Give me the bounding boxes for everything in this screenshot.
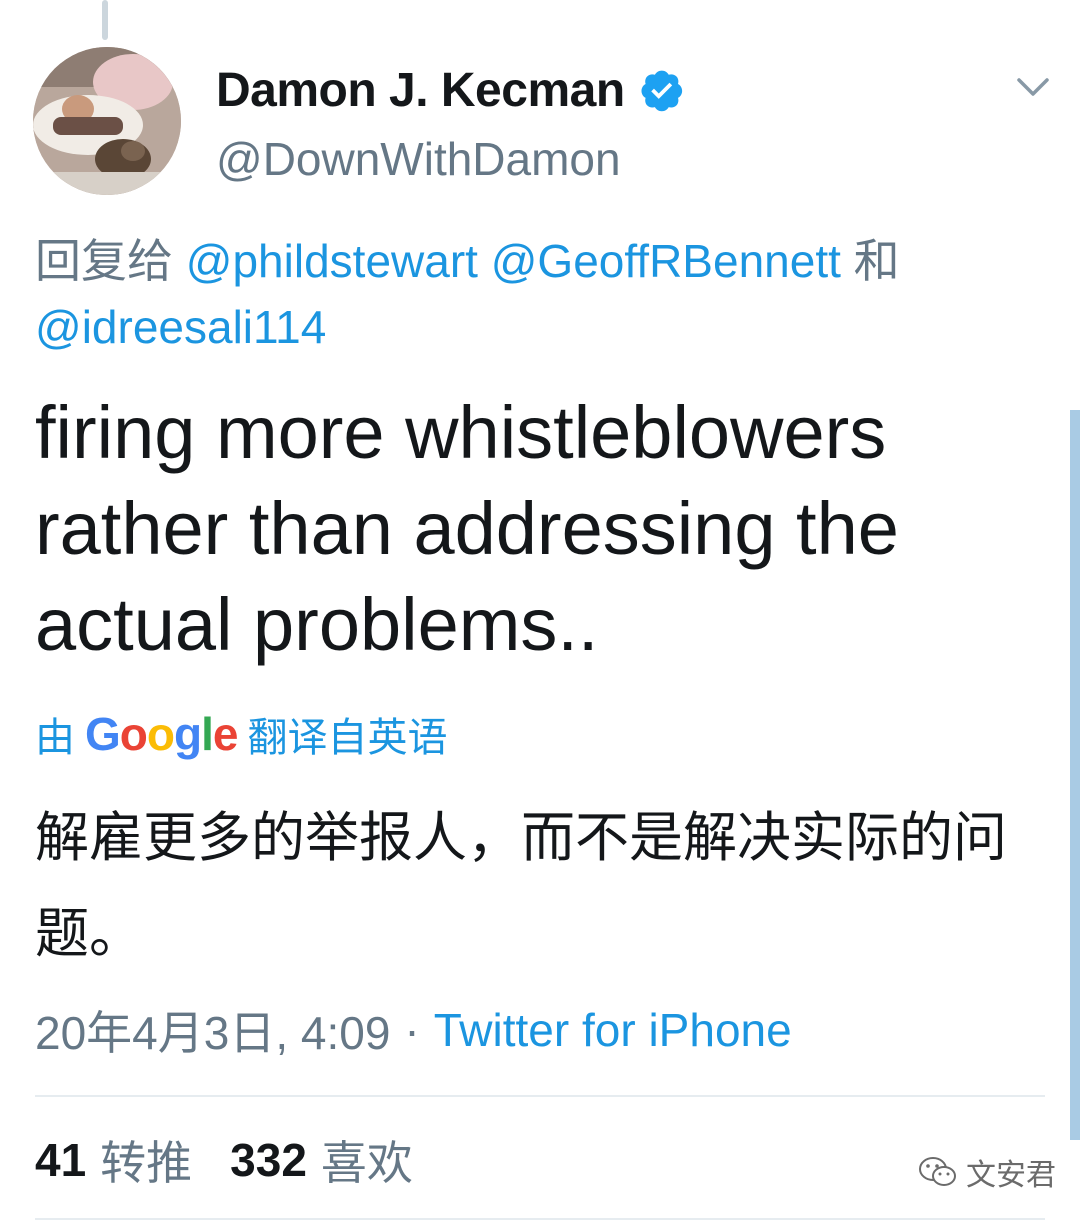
scrollbar[interactable] bbox=[1070, 410, 1080, 1140]
mention-link[interactable]: @idreesali114 bbox=[35, 301, 326, 353]
wechat-icon bbox=[919, 1157, 956, 1186]
meta-separator: · bbox=[404, 1004, 420, 1056]
avatar-photo bbox=[33, 47, 181, 195]
tweet-meta: 20年4月3日, 4:09 · Twitter for iPhone bbox=[35, 1000, 792, 1060]
source-link[interactable]: Twitter for iPhone bbox=[434, 1003, 792, 1057]
divider bbox=[35, 1095, 1045, 1097]
author-name-row[interactable]: Damon J. Kecman bbox=[216, 60, 685, 120]
watermark: 文安君 bbox=[918, 1150, 1056, 1194]
chevron-down-icon[interactable] bbox=[1014, 72, 1052, 102]
reply-conjunction: 和 bbox=[853, 235, 900, 287]
mention-link[interactable]: @phildstewart bbox=[186, 235, 478, 287]
likes-label[interactable]: 喜欢 bbox=[321, 1127, 413, 1193]
thread-connector-line bbox=[102, 0, 108, 40]
tweet-stats: 41 转推 332 喜欢 bbox=[35, 1128, 413, 1192]
reply-context: 回复给 @phildstewart @GeoffRBennett 和 @idre… bbox=[35, 228, 1035, 360]
verified-badge-icon bbox=[641, 70, 682, 112]
reply-prefix: 回复给 bbox=[35, 235, 173, 287]
likes-count[interactable]: 332 bbox=[230, 1133, 307, 1187]
translated-by-prefix: 由 bbox=[35, 716, 75, 760]
tweet-text: firing more whistleblowers rather than a… bbox=[35, 391, 899, 666]
retweets-label[interactable]: 转推 bbox=[100, 1127, 192, 1193]
google-logo: Google bbox=[85, 708, 238, 760]
display-name[interactable]: Damon J. Kecman bbox=[216, 63, 625, 118]
timestamp[interactable]: 20年4月3日, 4:09 bbox=[35, 997, 390, 1063]
translated-text: 解雇更多的举报人，而不是解决实际的问题。 bbox=[35, 808, 1007, 964]
translated-by[interactable]: 由 Google 翻译自英语 bbox=[35, 706, 447, 762]
avatar[interactable] bbox=[33, 47, 181, 195]
retweets-count[interactable]: 41 bbox=[35, 1133, 86, 1187]
translated-by-suffix: 翻译自英语 bbox=[247, 716, 448, 760]
watermark-text: 文安君 bbox=[966, 1159, 1056, 1192]
divider bbox=[35, 1218, 1045, 1220]
author-handle[interactable]: @DownWithDamon bbox=[216, 132, 621, 186]
mention-link[interactable]: @GeoffRBennett bbox=[491, 235, 841, 287]
